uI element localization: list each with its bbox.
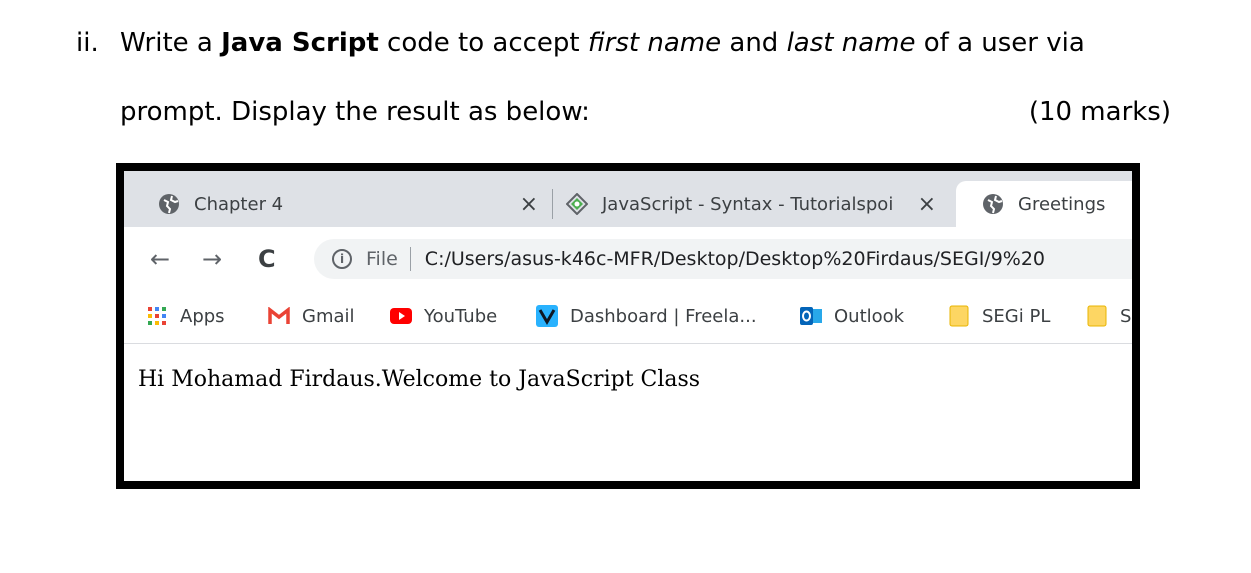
q-text-2: code to accept xyxy=(378,28,588,58)
bookmark-label: YouTube xyxy=(424,305,498,327)
tab-divider xyxy=(552,189,553,219)
forward-arrow-icon[interactable]: → xyxy=(202,245,222,273)
bookmark-apps[interactable]: Apps xyxy=(146,305,225,327)
close-icon[interactable]: × xyxy=(520,192,538,217)
bookmark-label: Dashboard | Freela... xyxy=(570,305,757,327)
bookmark-label: SEGi PL xyxy=(982,305,1051,327)
close-icon[interactable]: × xyxy=(918,192,936,217)
bookmark-label: Outlook xyxy=(834,305,905,327)
bookmark-gmail[interactable]: Gmail xyxy=(268,305,355,327)
file-chip: File xyxy=(366,248,398,270)
q-bold-java-script: Java Script xyxy=(221,28,379,58)
q-text-1: Write a xyxy=(120,28,222,58)
youtube-icon xyxy=(390,305,412,327)
bookmark-segi-pl[interactable]: SEGi PL xyxy=(948,305,1050,327)
tab-bar: Chapter 4 × JavaScript - Syntax - Tutori… xyxy=(124,171,1132,227)
bookmark-se[interactable]: SE xyxy=(1086,305,1132,327)
tab-label: Chapter 4 xyxy=(194,193,284,215)
question-marks: (10 marks) xyxy=(1028,97,1171,127)
bookmark-youtube[interactable]: YouTube xyxy=(390,305,497,327)
back-arrow-icon[interactable]: ← xyxy=(150,245,170,273)
q-text-4: of a user via xyxy=(915,28,1085,58)
address-divider xyxy=(409,247,411,271)
apps-grid-icon xyxy=(146,305,168,327)
gmail-icon xyxy=(268,305,290,327)
question-line-1: ii. Write a Java Script code to accept fi… xyxy=(76,28,1085,58)
address-url[interactable]: C:/Users/asus-k46c-MFR/Desktop/Desktop%2… xyxy=(425,248,1045,270)
tab-label: JavaScript - Syntax - Tutorialspoi xyxy=(602,193,894,215)
freelancer-icon xyxy=(536,305,558,327)
globe-icon xyxy=(158,193,180,215)
folder-icon xyxy=(948,305,970,327)
bookmark-label: Apps xyxy=(180,305,225,327)
question-number: ii. xyxy=(76,28,99,58)
browser-screenshot: Chapter 4 × JavaScript - Syntax - Tutori… xyxy=(116,163,1140,489)
page-content-text: Hi Mohamad Firdaus.Welcome to JavaScript… xyxy=(138,367,701,392)
reload-icon[interactable]: C xyxy=(258,245,276,273)
tab-greetings[interactable]: Greetings xyxy=(956,181,1132,227)
bookmarks-bar: Apps Gmail YouTube Dashboard | Freela...… xyxy=(124,291,1132,344)
bookmark-label: SE xyxy=(1120,305,1132,327)
tab-javascript-syntax[interactable]: JavaScript - Syntax - Tutorialspoi × xyxy=(565,181,950,227)
question-line-2: prompt. Display the result as below: xyxy=(120,97,590,127)
q-text-3: and xyxy=(721,28,787,58)
q-italic-last-name: last name xyxy=(786,28,916,58)
bookmark-dashboard[interactable]: Dashboard | Freela... xyxy=(536,305,757,327)
bookmark-outlook[interactable]: Outlook xyxy=(800,305,904,327)
info-icon[interactable]: i xyxy=(332,249,352,269)
browser-toolbar: ← → C i File C:/Users/asus-k46c-MFR/Desk… xyxy=(124,227,1132,291)
tutorialspoint-icon xyxy=(565,192,589,216)
tab-label: Greetings xyxy=(1018,193,1106,215)
address-bar[interactable]: i File C:/Users/asus-k46c-MFR/Desktop/De… xyxy=(314,239,1132,279)
bookmark-label: Gmail xyxy=(302,305,355,327)
outlook-icon xyxy=(800,305,822,327)
globe-icon xyxy=(982,193,1004,215)
folder-icon xyxy=(1086,305,1108,327)
q-italic-first-name: first name xyxy=(587,28,722,58)
tab-chapter-4[interactable]: Chapter 4 × xyxy=(158,181,548,227)
